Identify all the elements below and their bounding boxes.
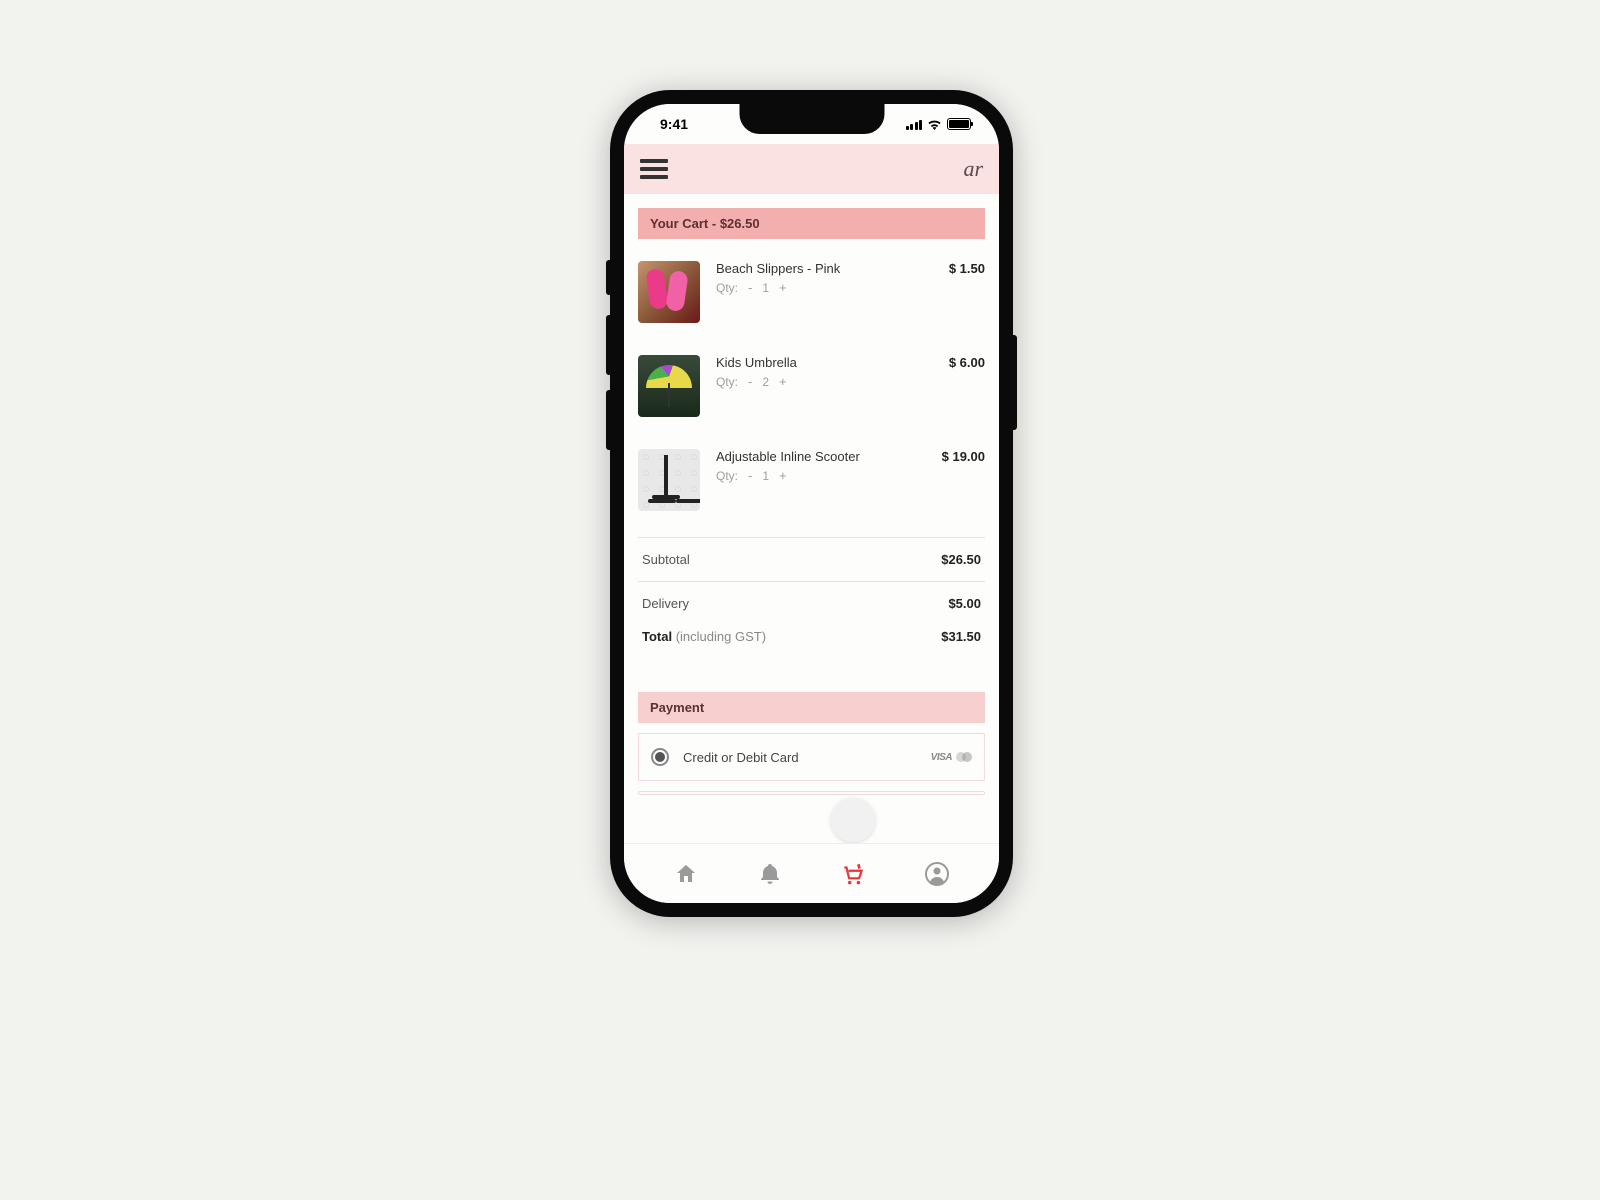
product-name: Adjustable Inline Scooter [716, 449, 860, 464]
hamburger-menu-icon[interactable] [640, 159, 668, 179]
qty-increase-button[interactable]: + [775, 374, 791, 389]
qty-value: 1 [762, 281, 769, 295]
subtotal-value: $26.50 [941, 552, 981, 567]
visa-logo-icon: VISA [931, 752, 952, 763]
total-label: Total (including GST) [642, 629, 766, 644]
quantity-controls: Qty: - 1 + [716, 468, 985, 483]
product-thumbnail[interactable] [638, 261, 700, 323]
status-icons [906, 118, 972, 130]
radio-button[interactable] [651, 748, 669, 766]
cart-icon [840, 861, 866, 887]
total-value: $31.50 [941, 629, 981, 644]
subtotal-label: Subtotal [642, 552, 690, 567]
payment-options: Credit or Debit Card VISA [624, 733, 999, 795]
nav-home-button[interactable] [672, 860, 700, 888]
bottom-nav [624, 843, 999, 903]
product-name: Beach Slippers - Pink [716, 261, 840, 276]
card-logos: VISA [931, 752, 972, 763]
product-name: Kids Umbrella [716, 355, 797, 370]
qty-increase-button[interactable]: + [775, 280, 791, 295]
cart-item: Adjustable Inline Scooter $ 19.00 Qty: -… [638, 437, 985, 531]
qty-increase-button[interactable]: + [775, 468, 791, 483]
battery-icon [947, 118, 971, 130]
product-price: $ 19.00 [942, 449, 985, 464]
qty-decrease-button[interactable]: - [744, 468, 756, 483]
nav-notifications-button[interactable] [756, 860, 784, 888]
payment-banner: Payment [638, 692, 985, 723]
product-thumbnail[interactable] [638, 355, 700, 417]
qty-value: 2 [762, 375, 769, 389]
quantity-controls: Qty: - 2 + [716, 374, 985, 389]
qty-label: Qty: [716, 469, 738, 483]
delivery-label: Delivery [642, 596, 689, 611]
qty-label: Qty: [716, 375, 738, 389]
product-thumbnail[interactable] [638, 449, 700, 511]
payment-option-next[interactable] [638, 791, 985, 795]
cellular-signal-icon [906, 119, 923, 130]
quantity-controls: Qty: - 1 + [716, 280, 985, 295]
screen: 9:41 ar Your Cart - $26.50 [624, 104, 999, 903]
delivery-value: $5.00 [948, 596, 981, 611]
phone-device-frame: 9:41 ar Your Cart - $26.50 [610, 90, 1013, 917]
price-summary: Subtotal $26.50 Delivery $5.00 Total (in… [624, 531, 999, 664]
home-icon [674, 862, 698, 886]
status-bar: 9:41 [624, 104, 999, 144]
payment-option-card[interactable]: Credit or Debit Card VISA [638, 733, 985, 781]
app-header: ar [624, 144, 999, 194]
nav-cart-button[interactable] [839, 860, 867, 888]
qty-label: Qty: [716, 281, 738, 295]
qty-value: 1 [762, 469, 769, 483]
payment-label: Credit or Debit Card [683, 750, 917, 765]
profile-icon [925, 862, 949, 886]
cart-item: Beach Slippers - Pink $ 1.50 Qty: - 1 + [638, 249, 985, 343]
product-price: $ 1.50 [949, 261, 985, 276]
content-scroll[interactable]: Your Cart - $26.50 Beach Slippers - Pink… [624, 194, 999, 843]
cart-banner: Your Cart - $26.50 [638, 208, 985, 239]
status-time: 9:41 [660, 116, 688, 132]
qty-decrease-button[interactable]: - [744, 374, 756, 389]
mastercard-logo-icon [956, 752, 972, 762]
cart-list: Beach Slippers - Pink $ 1.50 Qty: - 1 + [624, 249, 999, 531]
touch-indicator-icon [831, 798, 875, 842]
product-price: $ 6.00 [949, 355, 985, 370]
wifi-icon [927, 119, 942, 130]
brand-logo: ar [963, 156, 983, 182]
cart-item: Kids Umbrella $ 6.00 Qty: - 2 + [638, 343, 985, 437]
bell-icon [758, 862, 782, 886]
qty-decrease-button[interactable]: - [744, 280, 756, 295]
nav-profile-button[interactable] [923, 860, 951, 888]
